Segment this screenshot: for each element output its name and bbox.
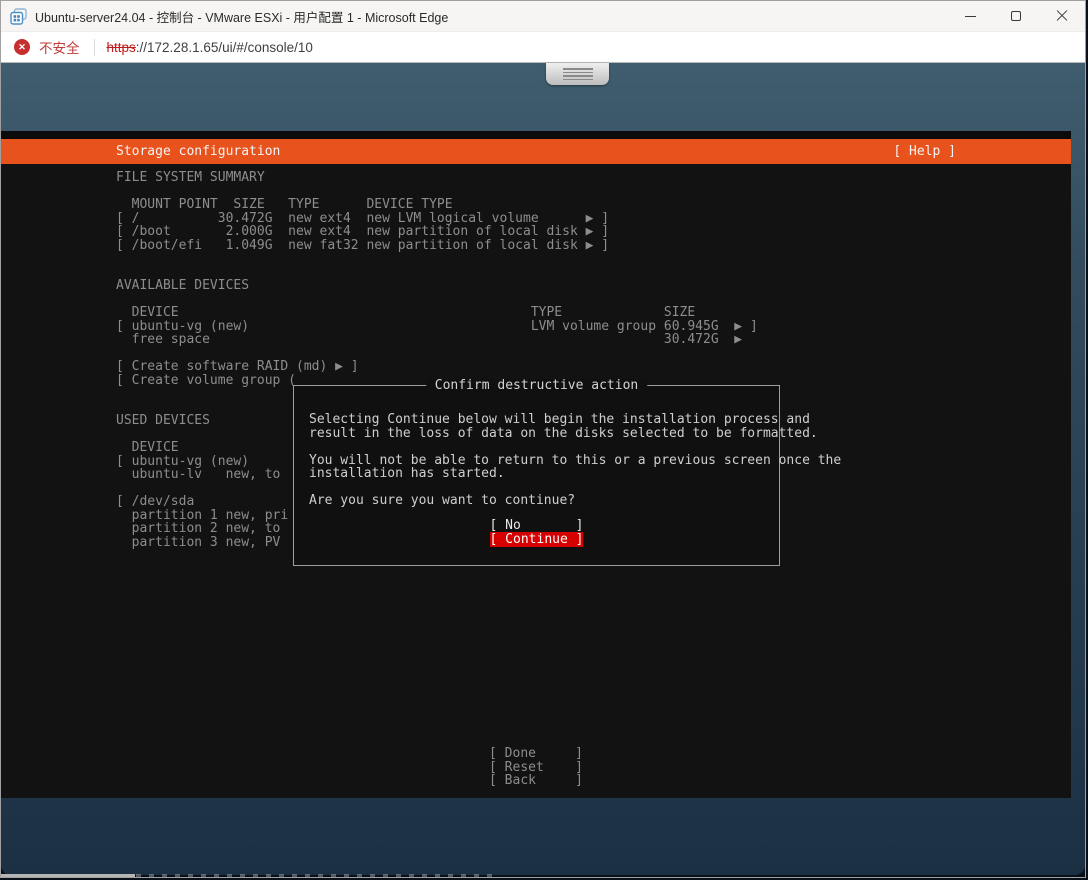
dialog-buttons: [ No ] [ Continue ] <box>294 519 779 546</box>
esxi-console-page: Storage configuration [ Help ] FILE SYST… <box>1 63 1085 877</box>
installer-header-bar: Storage configuration [ Help ] <box>1 139 1071 164</box>
console-text-line[interactable]: [ / 30.472G new ext4 new LVM logical vol… <box>116 212 758 226</box>
dialog-body: Selecting Continue below will begin the … <box>309 413 769 508</box>
close-icon <box>1056 10 1068 22</box>
window-title: Ubuntu-server24.04 - 控制台 - VMware ESXi -… <box>35 7 448 26</box>
bottom-edge-strip <box>1 874 135 877</box>
console-text-line: FILE SYSTEM SUMMARY <box>116 171 758 185</box>
vmware-console-icon <box>10 8 27 25</box>
console-text-line: You will not be able to return to this o… <box>309 454 769 468</box>
back-button[interactable]: [ Back ] <box>1 774 1071 788</box>
confirm-dialog: Confirm destructive action Selecting Con… <box>293 385 780 566</box>
window-controls <box>947 1 1085 31</box>
console-text-line: free space 30.472G ▶ <box>116 333 758 347</box>
console-text-line[interactable]: [ /boot/efi 1.049G new fat32 new partiti… <box>116 239 758 253</box>
console-text-line: DEVICE TYPE SIZE <box>116 306 758 320</box>
continue-button[interactable]: [ Continue ] <box>490 532 584 547</box>
console-text-line <box>116 252 758 266</box>
console-text-line: Are you sure you want to continue? <box>309 494 769 508</box>
address-separator <box>94 39 95 56</box>
console-text-line: AVAILABLE DEVICES <box>116 279 758 293</box>
not-secure-icon[interactable]: ✕ <box>14 39 30 55</box>
console-text-line <box>116 347 758 361</box>
console-text-line: Selecting Continue below will begin the … <box>309 413 769 427</box>
url-field[interactable]: https://172.28.1.65/ui/#/console/10 <box>107 40 313 55</box>
console-text-line: MOUNT POINT SIZE TYPE DEVICE TYPE <box>116 198 758 212</box>
console-text-line <box>116 293 758 307</box>
installer-footer-buttons: [ Done ] [ Reset ] [ Back ] <box>1 747 1071 788</box>
dialog-title: Confirm destructive action <box>426 379 648 393</box>
not-secure-label[interactable]: 不安全 <box>39 37 80 57</box>
maximize-icon <box>1011 11 1021 21</box>
vm-screen[interactable]: Storage configuration [ Help ] FILE SYST… <box>1 131 1071 798</box>
maximize-button[interactable] <box>993 1 1039 31</box>
console-text-line <box>116 266 758 280</box>
done-button[interactable]: [ Done ] <box>1 747 1071 761</box>
help-button[interactable]: [ Help ] <box>893 145 956 159</box>
console-text-line: installation has started. <box>309 467 769 481</box>
url-rest: ://172.28.1.65/ui/#/console/10 <box>136 40 313 55</box>
vm-screen-top-gap <box>1 131 1071 139</box>
browser-titlebar: Ubuntu-server24.04 - 控制台 - VMware ESXi -… <box>1 1 1085 31</box>
console-text-line <box>309 481 769 495</box>
url-scheme-struck: https <box>107 40 136 55</box>
console-text-line[interactable]: [ /boot 2.000G new ext4 new partition of… <box>116 225 758 239</box>
console-text-line <box>116 185 758 199</box>
browser-window: Ubuntu-server24.04 - 控制台 - VMware ESXi -… <box>0 0 1086 878</box>
console-text-line: result in the loss of data on the disks … <box>309 427 769 441</box>
console-toolbar-pull-tab[interactable] <box>546 63 609 85</box>
address-bar: ✕ 不安全 https://172.28.1.65/ui/#/console/1… <box>1 31 1085 63</box>
reset-button[interactable]: [ Reset ] <box>1 761 1071 775</box>
close-button[interactable] <box>1039 1 1085 31</box>
installer-page-title: Storage configuration <box>116 145 280 159</box>
console-text-line[interactable]: [ Create software RAID (md) ▶ ] <box>116 360 758 374</box>
bottom-edge-clipped-text <box>136 874 496 877</box>
minimize-button[interactable] <box>947 1 993 31</box>
console-text-line[interactable]: [ ubuntu-vg (new) LVM volume group 60.94… <box>116 320 758 334</box>
console-text-line <box>309 440 769 454</box>
minimize-icon <box>965 16 976 17</box>
no-button[interactable]: [ No ] <box>490 518 584 533</box>
console-background-panel: Storage configuration [ Help ] FILE SYST… <box>1 63 1085 875</box>
